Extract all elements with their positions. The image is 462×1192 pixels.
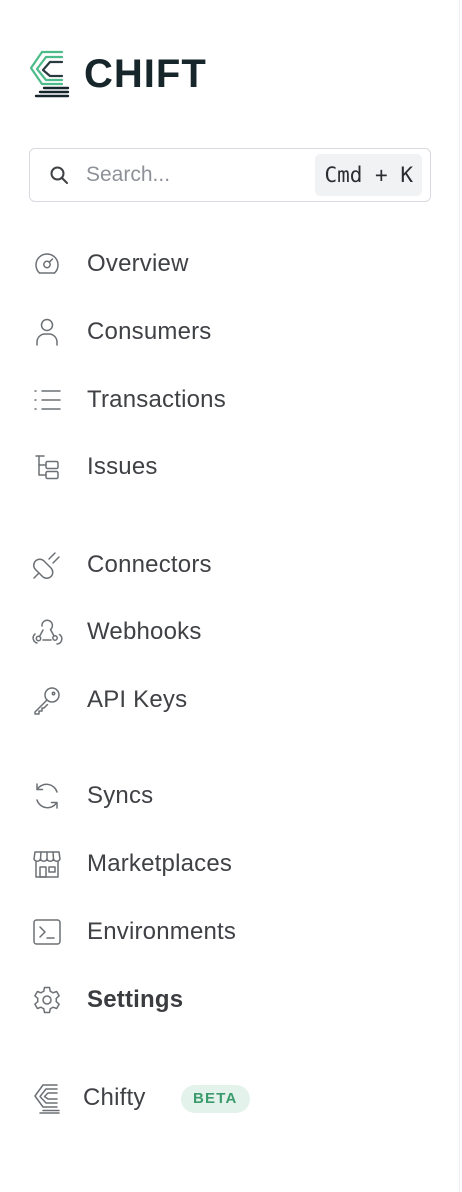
nav-label-settings: Settings [87, 986, 184, 1013]
user-icon [30, 315, 64, 349]
nav-item-api-keys[interactable]: API Keys [30, 680, 187, 720]
search-input[interactable]: Search... [86, 162, 170, 188]
nav-item-settings[interactable]: Settings [30, 980, 183, 1020]
nav-item-issues[interactable]: Issues [30, 447, 157, 487]
nav-item-environments[interactable]: Environments [30, 912, 236, 952]
nav-item-chifty[interactable]: Chifty BETA [30, 1078, 250, 1118]
chift-logo-icon [28, 50, 72, 98]
nav-label-api-keys: API Keys [87, 686, 188, 713]
nav-label-environments: Environments [87, 918, 237, 945]
tree-icon [30, 450, 64, 484]
nav-item-webhooks[interactable]: Webhooks [30, 612, 201, 652]
nav-item-marketplaces[interactable]: Marketplaces [30, 844, 232, 884]
nav-label-consumers: Consumers [87, 318, 212, 345]
beta-badge: BETA [181, 1085, 250, 1113]
brand-logo[interactable]: CHIFT [28, 48, 207, 100]
terminal-icon [30, 915, 64, 949]
nav-label-connectors: Connectors [87, 551, 212, 578]
gear-icon [30, 983, 64, 1017]
nav-label-issues: Issues [87, 453, 158, 480]
nav-label-marketplaces: Marketplaces [87, 850, 233, 877]
nav-label-overview: Overview [87, 250, 189, 277]
nav-item-syncs[interactable]: Syncs [30, 776, 153, 816]
nav-label-chifty: Chifty [83, 1084, 146, 1111]
key-icon [30, 683, 64, 717]
sidebar: CHIFT Search... Cmd + K Overview Consume… [0, 0, 460, 1192]
search-shortcut-hint: Cmd + K [315, 154, 422, 196]
nav-item-consumers[interactable]: Consumers [30, 312, 211, 352]
gauge-icon [30, 247, 64, 281]
store-icon [30, 847, 64, 881]
nav-label-transactions: Transactions [87, 386, 226, 413]
webhook-icon [30, 615, 64, 649]
nav-item-transactions[interactable]: Transactions [30, 380, 226, 420]
nav-label-syncs: Syncs [87, 782, 154, 809]
brand-name: CHIFT [84, 52, 207, 96]
nav-item-overview[interactable]: Overview [30, 244, 188, 284]
search-icon [49, 165, 69, 185]
chifty-icon [30, 1081, 64, 1115]
nav-label-webhooks: Webhooks [87, 618, 202, 645]
search-box[interactable]: Search... Cmd + K [29, 148, 431, 202]
refresh-icon [30, 779, 64, 813]
list-icon [30, 383, 64, 417]
plug-icon [30, 548, 64, 582]
nav-item-connectors[interactable]: Connectors [30, 545, 212, 585]
